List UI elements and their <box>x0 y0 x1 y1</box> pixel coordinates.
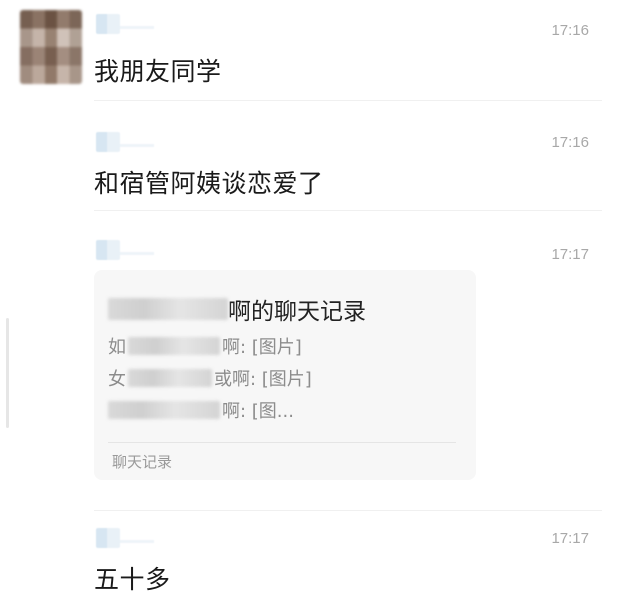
line-prefix: 女 <box>108 369 126 390</box>
line-suffix: 啊: [图... <box>222 401 294 422</box>
message-divider <box>94 100 602 101</box>
blurred-name <box>128 369 212 387</box>
chat-record-title-text: 啊的聊天记录 <box>228 299 366 325</box>
blurred-name <box>108 401 220 419</box>
chat-record-footer: 聊天记录 <box>112 453 173 471</box>
blurred-name <box>128 337 220 355</box>
chat-record-title: 啊的聊天记录 <box>108 292 366 326</box>
sender-name-blurred <box>96 132 154 152</box>
chat-record-line-3: 啊: [图... <box>108 398 294 422</box>
chat-message-1: 17:16 我朋友同学 <box>0 0 637 110</box>
message-text: 和宿管阿姨谈恋爱了 <box>94 169 324 198</box>
message-divider <box>94 210 602 211</box>
card-divider <box>108 442 456 443</box>
chat-message-4: 17:17 五十多 <box>0 510 637 612</box>
chat-record-line-1: 如 啊: [图片] <box>108 334 302 358</box>
message-time: 17:17 <box>551 530 589 547</box>
chat-message-2: 17:16 和宿管阿姨谈恋爱了 <box>0 110 637 220</box>
sender-name-blurred <box>96 14 154 34</box>
line-suffix: 或啊: [图片] <box>214 369 312 390</box>
message-time: 17:16 <box>551 134 589 151</box>
line-prefix: 如 <box>108 337 126 358</box>
message-text: 我朋友同学 <box>94 57 222 86</box>
message-text: 五十多 <box>94 565 171 594</box>
chat-record-line-2: 女 或啊: [图片] <box>108 366 312 390</box>
message-time: 17:17 <box>551 246 589 263</box>
line-suffix: 啊: [图片] <box>222 337 302 358</box>
chat-record-card[interactable]: 啊的聊天记录 如 啊: [图片] 女 或啊: [图片] 啊: [图... 聊天记… <box>94 270 476 480</box>
sender-name-blurred <box>96 528 154 548</box>
sender-name-blurred <box>96 240 154 260</box>
blurred-name <box>108 298 228 320</box>
message-time: 17:16 <box>551 22 589 39</box>
avatar[interactable] <box>20 10 82 84</box>
